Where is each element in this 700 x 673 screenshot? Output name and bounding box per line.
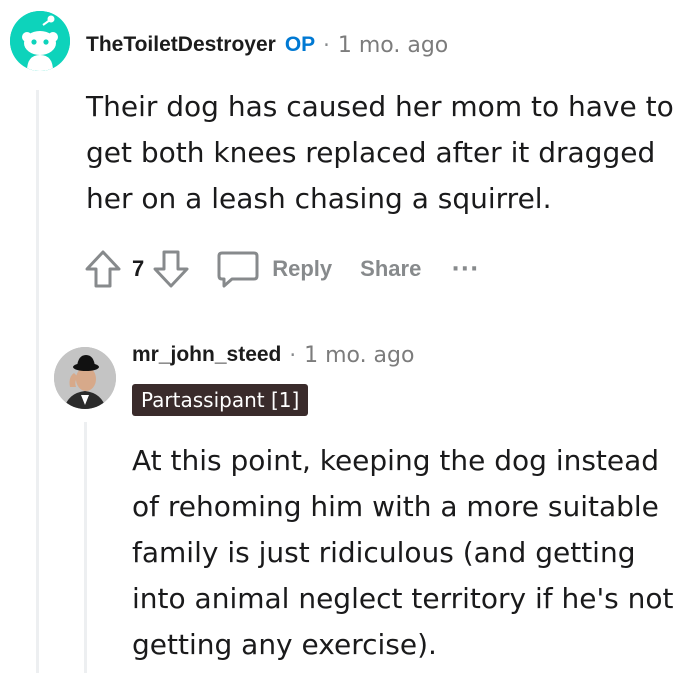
timestamp[interactable]: 1 mo. ago	[304, 343, 414, 368]
username[interactable]: TheToiletDestroyer	[86, 33, 276, 57]
timestamp[interactable]: 1 mo. ago	[338, 33, 448, 58]
upvote-button[interactable]	[84, 249, 122, 289]
user-avatar[interactable]	[10, 11, 70, 71]
upvote-arrow-icon	[85, 250, 121, 288]
more-options-button[interactable]: ···	[451, 257, 479, 282]
downvote-arrow-icon	[153, 250, 189, 288]
reply-label: Reply	[272, 256, 333, 281]
separator: ·	[323, 33, 330, 57]
user-flair: Partassipant [1]	[132, 384, 309, 416]
comment-header: mr_john_steed · 1 mo. ago	[132, 340, 414, 370]
comment-actions: 7 Reply Share ···	[84, 246, 479, 292]
profile-photo-icon	[54, 347, 116, 409]
comment-header: TheToiletDestroyer OP · 1 mo. ago	[86, 30, 448, 60]
username[interactable]: mr_john_steed	[132, 343, 281, 367]
vote-count: 7	[132, 256, 145, 281]
comment-body: At this point, keeping the dog instead o…	[132, 444, 674, 661]
reply-button[interactable]: Reply	[216, 249, 332, 289]
op-badge: OP	[284, 33, 316, 56]
snoo-icon	[10, 11, 70, 71]
thread-line[interactable]	[84, 422, 87, 673]
user-avatar[interactable]	[54, 347, 116, 409]
downvote-button[interactable]	[152, 249, 190, 289]
comment-body: Their dog has caused her mom to have to …	[86, 90, 674, 215]
share-label: Share	[360, 256, 422, 281]
share-button[interactable]: Share	[360, 256, 421, 282]
comment-bubble-icon	[217, 251, 259, 288]
thread-line[interactable]	[36, 90, 39, 673]
separator: ·	[289, 343, 297, 367]
